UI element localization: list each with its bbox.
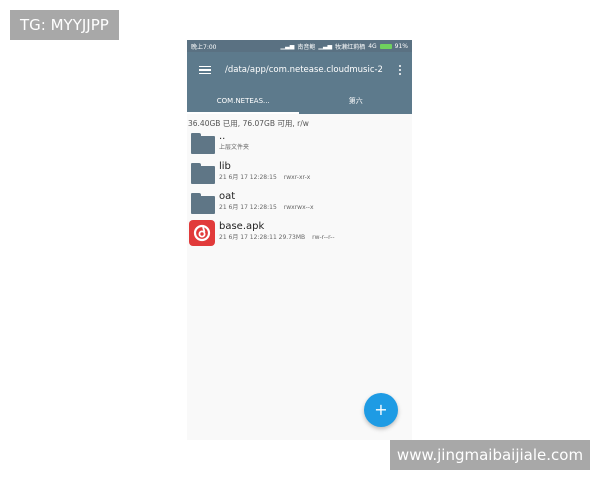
tab-package[interactable]: COM.NETEAS... [187, 88, 300, 114]
storage-info: 36.40GB 已用, 76.07GB 可用, r/w [188, 119, 309, 128]
file-meta: 21 6月 17 12:28:15 rwxr-xr-x [219, 174, 311, 181]
file-name: oat [219, 191, 236, 202]
file-name: lib [219, 161, 231, 172]
file-name: base.apk [219, 221, 265, 232]
list-item-base-apk[interactable]: base.apk 21 6月 17 12:28:11 29.73MB rw-r--… [187, 220, 412, 250]
carrier-2: 牧濑红莉栖 [335, 43, 366, 51]
tab-indicator [187, 112, 299, 114]
file-permissions: rwxrwx--x [283, 204, 314, 211]
path-title: /data/app/com.netease.cloudmusic-2 [225, 65, 383, 75]
file-permissions: rw-r--r-- [312, 234, 335, 241]
folder-icon [189, 160, 215, 186]
tab-sixth[interactable]: 第六 [300, 88, 413, 114]
add-fab-button[interactable]: + [364, 393, 398, 427]
file-name: .. [219, 131, 226, 142]
carrier-1: 南音鲍 [297, 43, 316, 51]
signal-icon-2: ▁▃▅ [318, 42, 333, 50]
file-permissions: rwxr-xr-x [283, 174, 311, 181]
file-meta: 上层文件夹 [219, 144, 250, 151]
app-bar: /data/app/com.netease.cloudmusic-2 [187, 52, 412, 88]
hamburger-icon[interactable] [195, 60, 215, 80]
status-right: ▁▃▅ 南音鲍 ▁▃▅ 牧濑红莉栖 4G 91% [280, 42, 408, 51]
network-type: 4G [368, 42, 377, 50]
file-meta: 21 6月 17 12:28:11 29.73MB rw-r--r-- [219, 234, 335, 241]
battery-icon [379, 43, 392, 49]
list-item-parent[interactable]: .. 上层文件夹 [187, 130, 412, 160]
phone-screen: 晚上7:00 ▁▃▅ 南音鲍 ▁▃▅ 牧濑红莉栖 4G 91% /data/ap… [187, 40, 412, 440]
more-vert-icon[interactable] [392, 64, 408, 76]
watermark-top-left: TG: MYYJJPP [10, 10, 119, 40]
status-bar: 晚上7:00 ▁▃▅ 南音鲍 ▁▃▅ 牧濑红莉栖 4G 91% [187, 40, 412, 52]
signal-icon: ▁▃▅ [280, 42, 295, 50]
watermark-bottom-right: www.jingmaibaijiale.com [390, 440, 590, 470]
battery-level: 91% [394, 42, 408, 50]
folder-icon [189, 190, 215, 216]
list-item-oat[interactable]: oat 21 6月 17 12:28:15 rwxrwx--x [187, 190, 412, 220]
list-item-lib[interactable]: lib 21 6月 17 12:28:15 rwxr-xr-x [187, 160, 412, 190]
file-meta: 21 6月 17 12:28:15 rwxrwx--x [219, 204, 314, 211]
status-time: 晚上7:00 [191, 43, 217, 51]
tab-bar: COM.NETEAS... 第六 [187, 88, 412, 114]
netease-music-app-icon [189, 220, 215, 246]
folder-icon [189, 130, 215, 156]
